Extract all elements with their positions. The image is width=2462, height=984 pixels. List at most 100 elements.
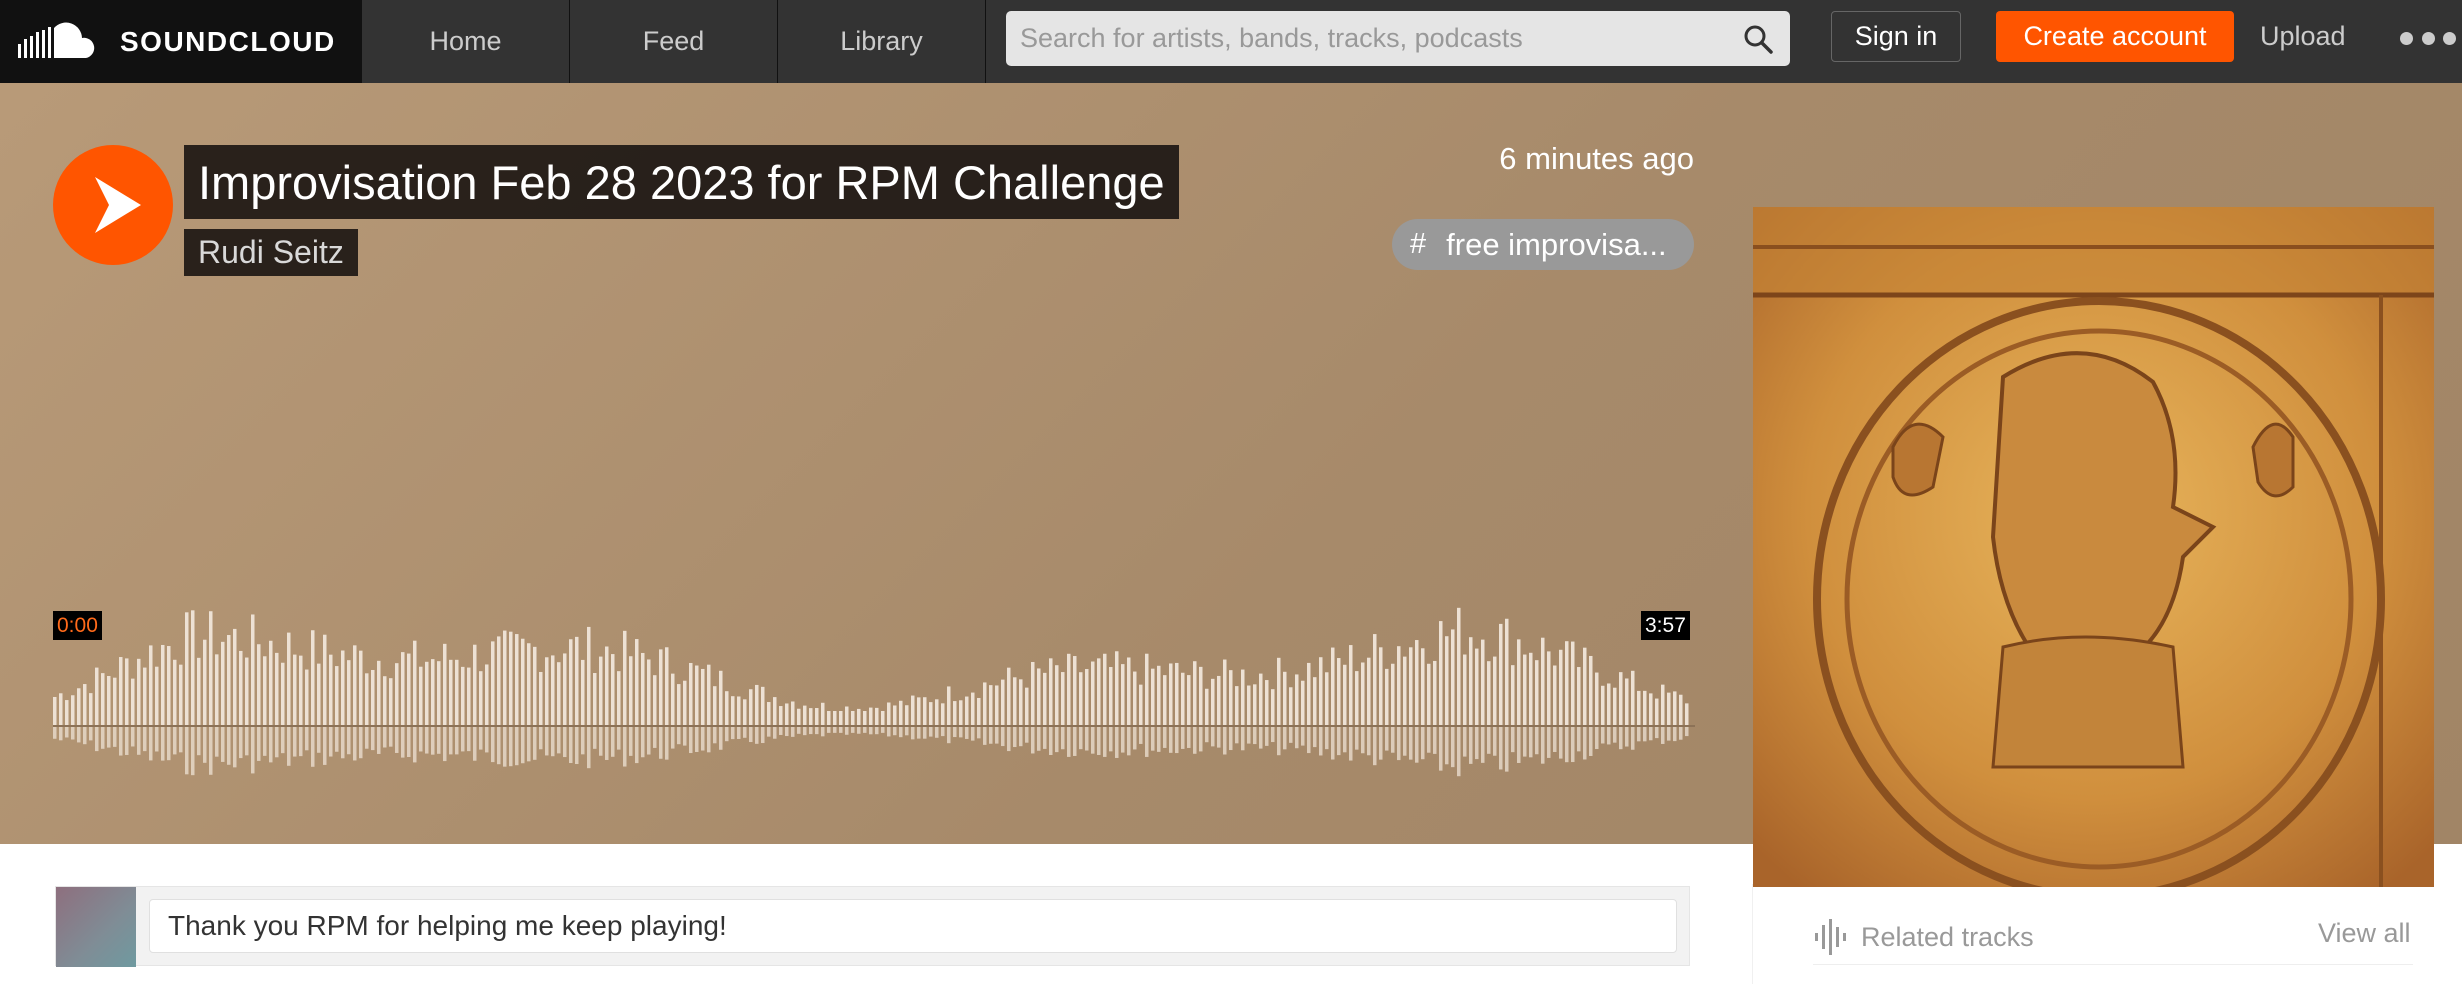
waveform-bar bbox=[53, 696, 57, 725]
waveform-reflection-bar bbox=[731, 727, 735, 740]
waveform-bar bbox=[1277, 657, 1281, 725]
waveform-bar bbox=[1145, 653, 1149, 725]
waveform-reflection-bar bbox=[311, 727, 315, 767]
waveform-reflection-bar bbox=[1157, 727, 1161, 752]
waveform-reflection-bar bbox=[521, 727, 525, 764]
track-duration: 3:57 bbox=[1641, 611, 1690, 640]
waveform-reflection-bar bbox=[647, 727, 651, 755]
view-all-link[interactable]: View all bbox=[2318, 918, 2411, 949]
waveform-bar bbox=[1007, 667, 1011, 725]
waveform-bar bbox=[749, 689, 753, 725]
waveform-bar bbox=[1229, 670, 1233, 725]
waveform-bar bbox=[1331, 647, 1335, 725]
nav-feed[interactable]: Feed bbox=[570, 0, 778, 83]
waveform-bar bbox=[1091, 661, 1095, 725]
waveform-reflection-bar bbox=[1223, 727, 1227, 755]
waveform-bar bbox=[1079, 672, 1083, 725]
soundcloud-logo[interactable]: SOUNDCLOUD bbox=[0, 0, 362, 83]
waveform-reflection-bar bbox=[1487, 727, 1491, 754]
waveform-bar bbox=[635, 639, 639, 725]
waveform-bar bbox=[275, 652, 279, 725]
waveform-bar bbox=[791, 701, 795, 725]
waveform-reflection-bar bbox=[1289, 727, 1293, 743]
sign-in-button[interactable]: Sign in bbox=[1831, 11, 1961, 62]
waveform-bar bbox=[179, 664, 183, 725]
waveform[interactable] bbox=[53, 515, 1695, 780]
waveform-reflection-bar bbox=[1685, 727, 1689, 737]
waveform-reflection-bar bbox=[1379, 727, 1383, 760]
waveform-reflection-bar bbox=[941, 727, 945, 737]
nav-library[interactable]: Library bbox=[778, 0, 986, 83]
waveform-reflection-bar bbox=[671, 727, 675, 749]
waveform-reflection-bar bbox=[893, 727, 897, 736]
search-box bbox=[1006, 11, 1790, 66]
waveform-bar bbox=[1313, 677, 1317, 725]
waveform-bar bbox=[1511, 665, 1515, 725]
waveform-bar bbox=[545, 657, 549, 725]
waveform-bar bbox=[1655, 698, 1659, 725]
create-account-button[interactable]: Create account bbox=[1996, 11, 2234, 62]
waveform-reflection-bar bbox=[1607, 727, 1611, 745]
waveform-reflection-bar bbox=[1127, 727, 1131, 756]
waveform-reflection-bar bbox=[1415, 727, 1419, 763]
dot bbox=[2400, 31, 2413, 45]
waveform-reflection-bar bbox=[1049, 727, 1053, 755]
search-input[interactable] bbox=[1006, 11, 1790, 66]
upload-link[interactable]: Upload bbox=[2260, 0, 2346, 73]
waveform-bar bbox=[575, 636, 579, 725]
waveform-bar bbox=[1619, 672, 1623, 725]
waveform-reflection-bar bbox=[383, 727, 387, 748]
comment-input[interactable]: Thank you RPM for helping me keep playin… bbox=[149, 899, 1677, 953]
waveform-reflection-bar bbox=[371, 727, 375, 751]
waveform-reflection-bar bbox=[881, 727, 885, 733]
waveform-reflection-bar bbox=[389, 727, 393, 747]
waveform-reflection-bar bbox=[1025, 727, 1029, 743]
waveform-bar bbox=[461, 666, 465, 725]
waveform-reflection-bar bbox=[413, 727, 417, 763]
waveform-reflection-bar bbox=[983, 727, 987, 745]
waveform-reflection-bar bbox=[509, 727, 513, 767]
current-time: 0:00 bbox=[53, 611, 102, 640]
waveform-bar bbox=[1121, 664, 1125, 725]
genre-tag[interactable]: # free improvisa... bbox=[1392, 219, 1694, 270]
waveform-reflection-bar bbox=[1019, 727, 1023, 747]
waveform-reflection-bar bbox=[317, 727, 321, 753]
waveform-reflection-bar bbox=[935, 727, 939, 738]
ellipsis-icon[interactable] bbox=[2400, 20, 2456, 56]
waveform-reflection-bar bbox=[779, 727, 783, 735]
waveform-reflection-bar bbox=[899, 727, 903, 738]
nav-home[interactable]: Home bbox=[362, 0, 570, 83]
waveform-reflection-bar bbox=[977, 727, 981, 739]
waveform-reflection-bar bbox=[623, 727, 627, 767]
waveform-bar bbox=[527, 643, 531, 725]
waveform-reflection-bar bbox=[1169, 727, 1173, 753]
waveform-bar bbox=[743, 699, 747, 725]
waveform-reflection-bar bbox=[119, 727, 123, 756]
waveform-bar bbox=[1391, 663, 1395, 725]
waveform-bar bbox=[665, 647, 669, 725]
waveform-reflection-bar bbox=[1205, 727, 1209, 743]
waveform-bar bbox=[833, 711, 837, 725]
waveform-bar bbox=[1265, 680, 1269, 725]
logo-text: SOUNDCLOUD bbox=[120, 25, 336, 57]
waveform-reflection-bar bbox=[335, 727, 339, 752]
waveform-reflection-bar bbox=[527, 727, 531, 762]
waveform-reflection-bar bbox=[1061, 727, 1065, 750]
waveform-bar bbox=[1307, 662, 1311, 725]
waveform-bar bbox=[599, 656, 603, 725]
waveform-reflection-bar bbox=[407, 727, 411, 758]
waveform-bar bbox=[1469, 637, 1473, 725]
artist-name[interactable]: Rudi Seitz bbox=[184, 229, 358, 276]
waveform-reflection-bar bbox=[365, 727, 369, 749]
waveform-bar bbox=[371, 669, 375, 725]
waveform-reflection-bar bbox=[575, 727, 579, 765]
waveform-bar bbox=[707, 664, 711, 725]
waveform-reflection-bar bbox=[515, 727, 519, 766]
waveform-bar bbox=[1559, 649, 1563, 725]
waveform-reflection-bar bbox=[1091, 727, 1095, 754]
search-icon[interactable] bbox=[1742, 23, 1774, 55]
waveform-bar bbox=[1349, 645, 1353, 725]
play-button[interactable] bbox=[53, 145, 173, 265]
waveform-bar bbox=[689, 662, 693, 725]
waveform-bar bbox=[761, 686, 765, 725]
